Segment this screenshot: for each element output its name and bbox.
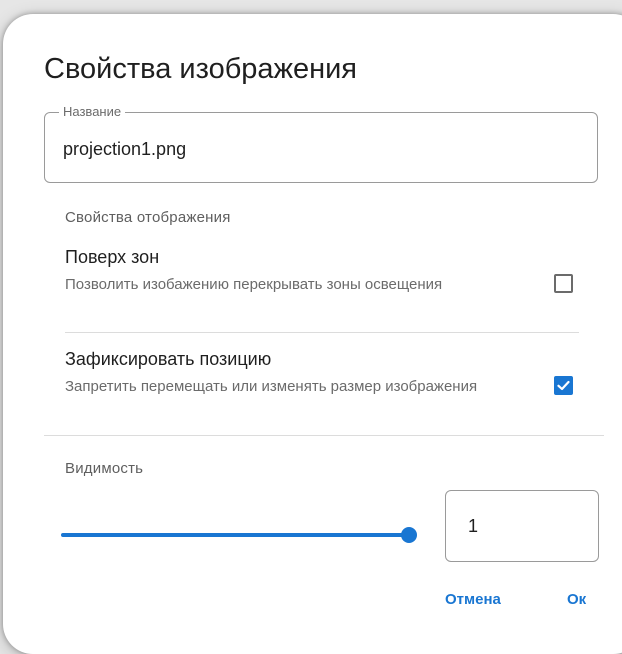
name-field[interactable]: Название (44, 104, 598, 183)
option-divider (65, 332, 579, 333)
on-top-of-zones-checkbox[interactable] (554, 274, 573, 293)
visibility-slider-thumb[interactable] (401, 527, 417, 543)
name-input[interactable] (63, 139, 583, 160)
dialog-title: Свойства изображения (44, 53, 358, 85)
ok-button[interactable]: Ок (567, 591, 586, 609)
checkmark-icon (557, 380, 570, 391)
visibility-value-input[interactable] (468, 516, 578, 537)
lock-position-description: Запретить перемещать или изменять размер… (65, 378, 478, 395)
image-properties-dialog: Свойства изображения Название Свойства о… (3, 14, 622, 654)
lock-position-checkbox[interactable] (554, 376, 573, 395)
visibility-slider-track[interactable] (61, 533, 408, 537)
on-top-of-zones-description: Позволить изобажению перекрывать зоны ос… (65, 276, 443, 293)
section-divider (44, 435, 604, 436)
display-properties-heading: Свойства отображения (65, 209, 231, 226)
visibility-heading: Видимость (65, 460, 144, 477)
on-top-of-zones-title: Поверх зон (65, 247, 160, 267)
name-field-label: Название (59, 104, 126, 120)
cancel-button[interactable]: Отмена (445, 591, 501, 609)
lock-position-title: Зафиксировать позицию (65, 349, 272, 369)
visibility-value-field[interactable] (445, 490, 599, 562)
